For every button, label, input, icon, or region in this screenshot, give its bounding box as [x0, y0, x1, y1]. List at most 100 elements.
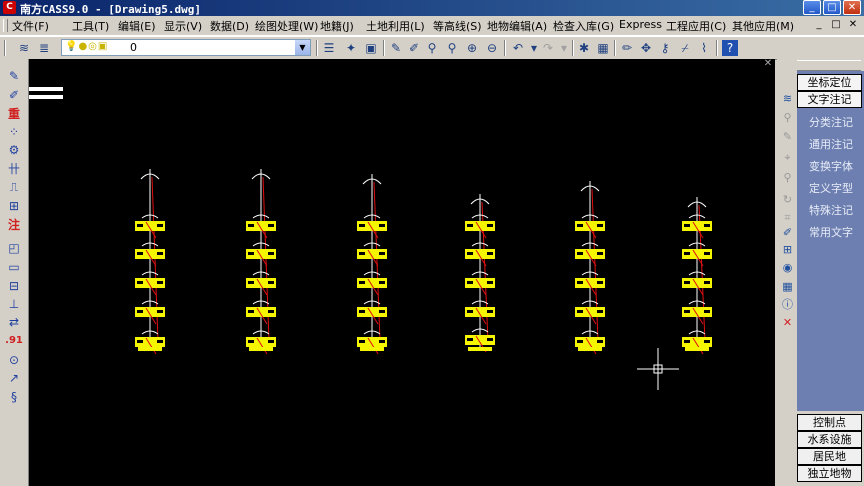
coordinate-locate-button[interactable]: 坐标定位 — [797, 74, 862, 91]
left-tool-12[interactable]: ⊥ — [5, 295, 23, 313]
feature-block-mark — [268, 340, 274, 343]
zoom-window-icon[interactable]: ⚲ — [444, 40, 460, 56]
left-tool-16[interactable]: ↗ — [5, 369, 23, 387]
table-icon[interactable]: ▦ — [780, 279, 795, 294]
pan-icon[interactable]: ✥ — [638, 40, 654, 56]
feature-block-mark — [487, 281, 493, 284]
category-control-points[interactable]: 控制点 — [797, 414, 862, 431]
line-break-icon[interactable]: ⌿ — [677, 40, 693, 56]
menu-edit[interactable]: 编辑(E) — [118, 18, 156, 34]
menu-engineering[interactable]: 工程应用(C) — [666, 18, 726, 34]
left-tool-11[interactable]: ⊟ — [5, 277, 23, 295]
left-tool-6[interactable]: ⎍ — [5, 178, 23, 196]
menubar-grip[interactable] — [3, 19, 8, 32]
menu-item-classified-annotation[interactable]: 分类注记 — [801, 114, 861, 130]
menu-item-general-annotation[interactable]: 通用注记 — [801, 136, 861, 152]
zoom-out-icon[interactable]: ⊖ — [484, 40, 500, 56]
menu-express[interactable]: Express — [619, 18, 662, 31]
menu-view[interactable]: 显示(V) — [164, 18, 202, 34]
left-tool-15[interactable]: ⊙ — [5, 351, 23, 369]
menu-cadastre[interactable]: 地籍(J) — [320, 18, 354, 34]
save-icon[interactable]: ▣ — [363, 40, 379, 56]
menu-data[interactable]: 数据(D) — [210, 18, 249, 34]
open-icon[interactable]: ✦ — [343, 40, 359, 56]
doc-minimize-button[interactable]: _ — [812, 18, 826, 32]
redo-dropdown-icon[interactable]: ▾ — [556, 40, 572, 56]
layers-icon[interactable]: ≋ — [16, 40, 32, 56]
layer-stack-icon[interactable]: ≋ — [780, 91, 795, 106]
left-tool-7[interactable]: ⊞ — [5, 197, 23, 215]
ruler-pencil-icon[interactable]: ✏ — [619, 40, 635, 56]
left-tool-2[interactable]: 重 — [5, 105, 23, 123]
canvas-close-icon[interactable]: ✕ — [761, 59, 775, 69]
properties-icon[interactable]: ✱ — [576, 40, 592, 56]
doc-close-button[interactable]: ✕ — [846, 18, 860, 32]
layer-dropdown[interactable]: 💡●◎▣ 0 ▼ — [61, 39, 311, 56]
edit-icon[interactable]: ✐ — [780, 225, 795, 240]
menu-item-change-font[interactable]: 变换字体 — [801, 158, 861, 174]
info-icon[interactable]: ⓘ — [780, 297, 795, 312]
make-current-icon[interactable]: ☰ — [321, 40, 337, 56]
snap-icon[interactable]: ⚷ — [657, 40, 673, 56]
text-annotation-button[interactable]: 文字注记 — [797, 91, 862, 108]
maximize-button[interactable]: □ — [823, 0, 841, 15]
refresh-icon[interactable]: ↻ — [780, 192, 795, 207]
panel-grip[interactable] — [797, 60, 861, 71]
help-icon[interactable]: ? — [722, 40, 738, 56]
left-tool-10[interactable]: ▭ — [5, 258, 23, 276]
left-tool-8[interactable]: 注 — [5, 216, 23, 234]
category-water-facilities[interactable]: 水系设施 — [797, 431, 862, 448]
feature-base — [578, 347, 602, 351]
pencil-icon[interactable]: ✎ — [388, 40, 404, 56]
left-tool-9[interactable]: ◰ — [5, 239, 23, 257]
cass-icon[interactable]: C — [3, 1, 16, 14]
zoom-realtime-icon[interactable]: ⚲ — [424, 40, 440, 56]
left-tool-0[interactable]: ✎ — [5, 67, 23, 85]
category-residential[interactable]: 居民地 — [797, 448, 862, 465]
menu-contour[interactable]: 等高线(S) — [433, 18, 482, 34]
left-tool-14[interactable]: .91 — [5, 332, 23, 350]
query-icon[interactable]: ⚲ — [780, 110, 795, 125]
zoom-in-icon[interactable]: ⊕ — [464, 40, 480, 56]
match-properties-icon[interactable]: ✐ — [406, 40, 422, 56]
feature-block-mark — [157, 252, 163, 255]
redo-icon[interactable]: ↷ — [540, 40, 556, 56]
layer-states-icon[interactable]: ≣ — [36, 40, 52, 56]
left-tool-1[interactable]: ✐ — [5, 86, 23, 104]
feature-block-mark — [268, 252, 274, 255]
left-tool-13[interactable]: ⇄ — [5, 313, 23, 331]
drawing-canvas[interactable]: ✕ — [29, 59, 775, 486]
menu-file[interactable]: 文件(F) — [12, 18, 49, 34]
eye-icon[interactable]: ◉ — [780, 260, 795, 275]
doc-restore-button[interactable]: □ — [829, 18, 843, 32]
toolbar-grip[interactable] — [4, 40, 6, 56]
zoom-icon[interactable]: ⚲ — [780, 170, 795, 185]
menu-landuse[interactable]: 土地利用(L) — [366, 18, 425, 34]
menu-feature-edit[interactable]: 地物编辑(A) — [487, 18, 547, 34]
menu-item-define-font[interactable]: 定义字型 — [801, 180, 861, 196]
menu-draw[interactable]: 绘图处理(W) — [255, 18, 318, 34]
left-tool-17[interactable]: § — [5, 388, 23, 406]
undo-icon[interactable]: ↶ — [510, 40, 526, 56]
menu-item-special-annotation[interactable]: 特殊注记 — [801, 202, 861, 218]
minimize-button[interactable]: _ — [803, 0, 821, 15]
grid-icon[interactable]: ▦ — [595, 40, 611, 56]
left-tool-4[interactable]: ⚙ — [5, 141, 23, 159]
close-button[interactable]: ✕ — [843, 0, 861, 15]
measure-icon[interactable]: ⌖ — [780, 150, 795, 165]
line-trim-icon[interactable]: ⌇ — [696, 40, 712, 56]
left-tool-3[interactable]: ⁘ — [5, 123, 23, 141]
delete-icon[interactable]: ✕ — [780, 315, 795, 330]
category-independent-features[interactable]: 独立地物 — [797, 465, 862, 482]
toolbar: ≋ ≣ 💡●◎▣ 0 ▼ ☰ ✦ ▣ ✎ ✐ ⚲ ⚲ ⊕ ⊖ ↶ ▾ ↷ ▾ ✱… — [0, 36, 864, 60]
text-edit-icon[interactable]: ✎ — [780, 129, 795, 144]
feature-block-mark — [487, 252, 493, 255]
menu-check[interactable]: 检查入库(G) — [553, 18, 614, 34]
menu-tools[interactable]: 工具(T) — [72, 18, 109, 34]
tag-icon[interactable]: ⌗ — [780, 210, 795, 225]
block-icon[interactable]: ⊞ — [780, 242, 795, 257]
menu-other[interactable]: 其他应用(M) — [732, 18, 794, 34]
left-tool-5[interactable]: 卄 — [5, 160, 23, 178]
menu-item-common-text[interactable]: 常用文字 — [801, 224, 861, 240]
chevron-down-icon[interactable]: ▼ — [295, 40, 310, 55]
